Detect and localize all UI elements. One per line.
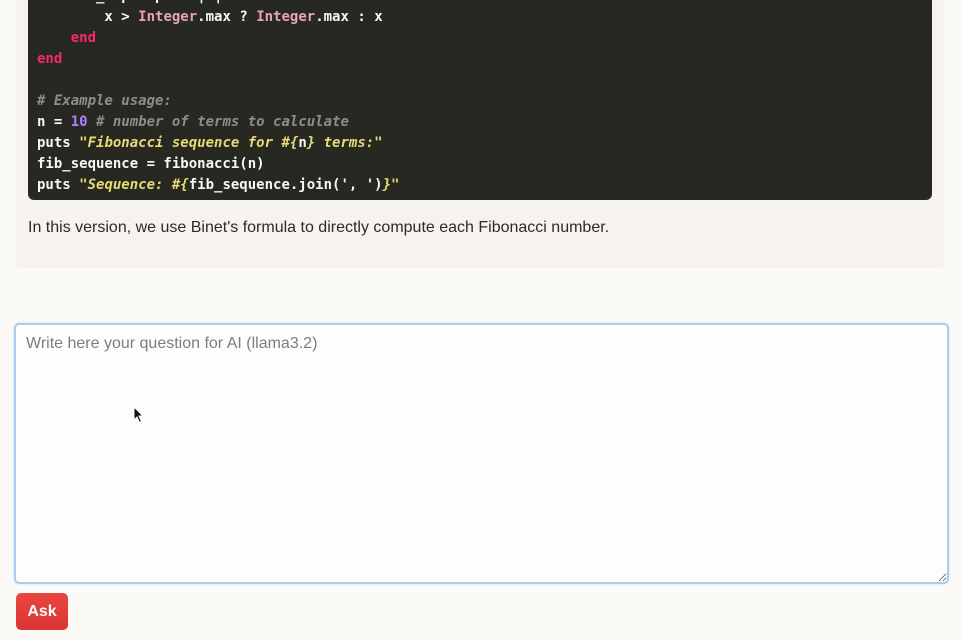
- code-token: puts: [37, 177, 80, 193]
- code-token: end: [37, 51, 63, 67]
- code-token: end: [70, 30, 97, 46]
- code-token: .: [130, 0, 138, 4]
- code-token: Integer: [256, 9, 316, 25]
- code-block: fib_map.map do |x| x > Integer.max ? Int…: [28, 0, 932, 200]
- code-token: |x|: [197, 0, 222, 4]
- code-token: x >: [37, 9, 139, 25]
- code-line: fib_map.map do |x|: [37, 0, 399, 7]
- code-line: x > Integer.max ? Integer.max : x: [37, 7, 399, 28]
- code-token: .max : x: [315, 9, 383, 25]
- code-token: fib_map: [71, 0, 130, 4]
- code-token: "Fibonacci sequence for #{: [79, 135, 299, 151]
- code-line: puts "Sequence: #{fib_sequence.join(', '…: [37, 175, 399, 196]
- code-lines: fib_map.map do |x| x > Integer.max ? Int…: [37, 0, 399, 196]
- code-token: fib_sequence = fibonacci(n): [37, 156, 265, 172]
- code-line: end: [37, 28, 399, 49]
- code-token: } terms:": [306, 135, 383, 151]
- code-token: fib_sequence.join(', '): [188, 177, 383, 193]
- code-token: # Example usage:: [37, 93, 172, 109]
- code-token: do: [163, 0, 197, 4]
- code-token: .max ?: [197, 9, 257, 25]
- code-line: n = 10 # number of terms to calculate: [37, 112, 399, 133]
- code-token: "Sequence: #{: [79, 177, 189, 193]
- mouse-cursor-icon: [133, 406, 145, 424]
- code-token: n: [298, 135, 307, 151]
- code-line: fib_sequence = fibonacci(n): [37, 154, 399, 175]
- code-token: map: [138, 0, 163, 4]
- answer-panel: fib_map.map do |x| x > Integer.max ? Int…: [16, 0, 944, 268]
- code-token: }": [382, 177, 400, 193]
- code-token: puts: [37, 135, 80, 151]
- code-token: n =: [37, 114, 71, 130]
- code-token: Integer: [138, 9, 198, 25]
- code-token: 10: [70, 114, 88, 130]
- answer-text: In this version, we use Binet's formula …: [28, 219, 610, 236]
- code-line: end: [37, 49, 399, 70]
- code-line: puts "Fibonacci sequence for #{n} terms:…: [37, 133, 399, 154]
- code-line: # Example usage:: [37, 91, 399, 112]
- question-input[interactable]: [14, 323, 949, 584]
- ask-button[interactable]: Ask: [16, 593, 68, 630]
- code-token: # number of terms to calculate: [96, 114, 349, 130]
